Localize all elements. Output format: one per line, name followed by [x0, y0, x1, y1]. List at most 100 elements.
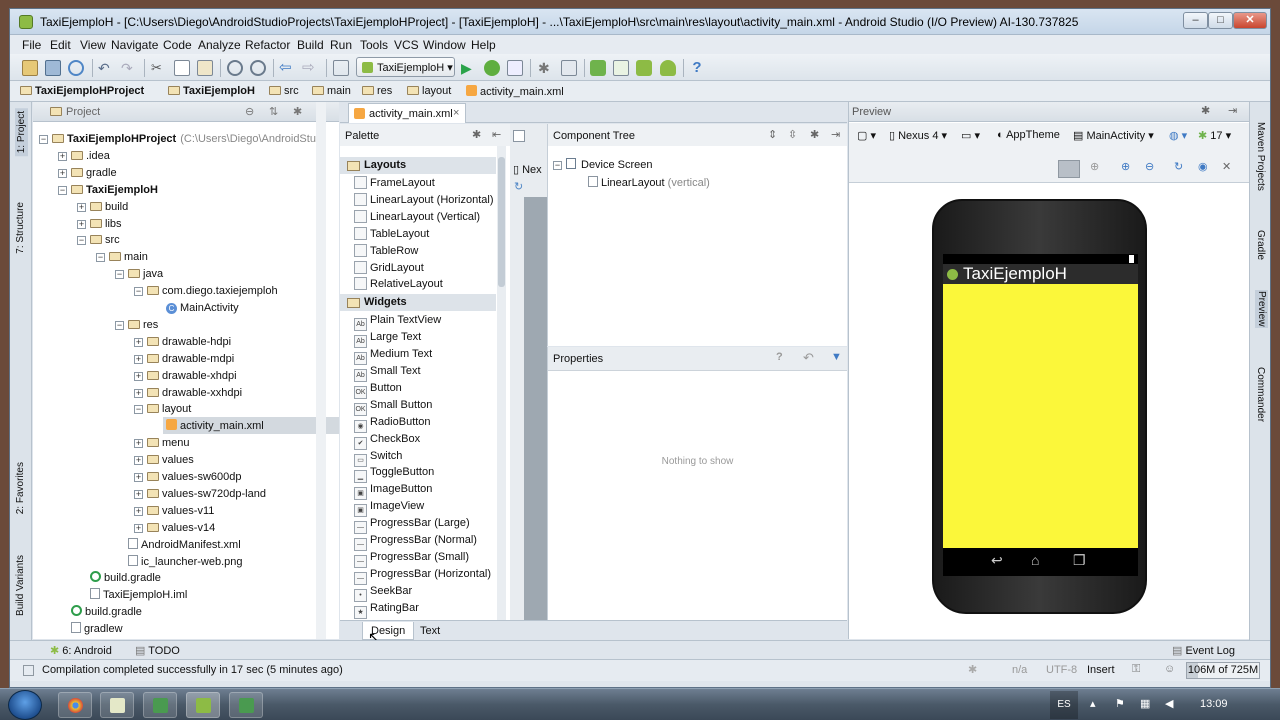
project-scrollbar[interactable] [316, 102, 326, 639]
tool-tab-todo[interactable]: ▤ TODO [135, 644, 180, 657]
replace-icon[interactable] [250, 60, 266, 76]
expand-icon[interactable]: + [134, 388, 143, 398]
collapse-icon[interactable]: − [115, 320, 124, 330]
taskbar-app-2[interactable] [229, 692, 263, 718]
palette-item[interactable]: RelativeLayout [354, 276, 443, 293]
filter-icon[interactable]: ▼ [831, 351, 842, 363]
copy-icon[interactable] [174, 60, 190, 76]
expand-icon[interactable]: + [134, 506, 143, 516]
zoom-out-icon[interactable]: ⊖ [1145, 160, 1154, 173]
collapse-icon[interactable]: − [134, 287, 143, 297]
collapse-icon[interactable]: − [58, 185, 67, 195]
undo-icon[interactable]: ↶ [98, 60, 114, 76]
attach-debugger-icon[interactable] [507, 60, 523, 76]
config-select[interactable]: ▢ ▾ [857, 129, 876, 142]
settings-icon[interactable]: ✱ [472, 128, 481, 141]
tool-window-favorites[interactable]: 2: Favorites [15, 462, 26, 514]
lock-icon[interactable]: ⚿ [1132, 663, 1140, 676]
toggle-tool-windows-icon[interactable] [23, 665, 34, 676]
hide-icon[interactable]: ⇥ [831, 128, 840, 141]
tree-item[interactable]: gradlew [58, 621, 123, 638]
breadcrumb-item[interactable]: TaxiEjemploH [168, 85, 255, 97]
breadcrumb-item[interactable]: TaxiEjemploHProject [20, 85, 144, 97]
maximize-button[interactable]: □ [1208, 12, 1233, 29]
tree-item[interactable]: + drawable-hdpi [134, 334, 231, 351]
collapse-icon[interactable]: − [134, 405, 143, 415]
tree-item[interactable]: + values-sw600dp [134, 469, 242, 486]
palette-item[interactable]: FrameLayout [354, 175, 435, 192]
tree-item[interactable]: build.gradle [58, 604, 142, 621]
palette-item[interactable]: GridLayout [354, 260, 424, 277]
tray-arrow-icon[interactable]: ▴ [1090, 697, 1096, 710]
menu-analyze[interactable]: Analyze [198, 38, 241, 52]
breadcrumb-item[interactable]: res [362, 85, 392, 97]
menu-file[interactable]: File [22, 38, 41, 52]
save-icon[interactable] [45, 60, 61, 76]
palette-item[interactable]: — ProgressBar (Horizontal) [354, 566, 491, 585]
tree-item[interactable]: + menu [134, 435, 190, 452]
expand-all-icon[interactable]: ⇕ [768, 128, 777, 141]
palette-item[interactable]: ▣ ImageView [354, 498, 424, 518]
taskbar-android-studio[interactable] [186, 692, 220, 718]
tray-volume-icon[interactable]: ◀ [1165, 697, 1173, 710]
refresh-icon[interactable]: ↻ [514, 180, 523, 193]
tree-item[interactable]: − res [115, 317, 158, 334]
settings-icon[interactable]: ✱ [1201, 104, 1210, 117]
taskbar-chrome[interactable] [58, 692, 92, 718]
zoom-actual-icon[interactable] [1058, 160, 1080, 178]
avd-manager-icon[interactable] [613, 60, 629, 76]
run-icon[interactable]: ▶ [461, 60, 477, 76]
breadcrumb-item[interactable]: activity_main.xml [466, 85, 564, 98]
expand-icon[interactable]: + [58, 168, 67, 178]
language-indicator[interactable]: ES [1050, 691, 1078, 719]
find-icon[interactable] [227, 60, 243, 76]
menu-build[interactable]: Build [297, 38, 324, 52]
settings-icon[interactable]: ✱ [968, 663, 977, 676]
settings-icon[interactable]: ✱ [538, 60, 554, 76]
api-level-select[interactable]: ✱ 17 ▾ [1198, 129, 1231, 142]
palette-item[interactable]: Ab Large Text [354, 329, 421, 349]
hide-icon[interactable]: ⇥ [1228, 104, 1237, 117]
hide-icon[interactable]: ⇤ [492, 128, 501, 141]
tree-item[interactable]: − java [115, 266, 163, 283]
device-select[interactable]: ▯ Nexus 4 ▾ [889, 129, 947, 142]
expand-icon[interactable]: + [58, 151, 67, 161]
expand-icon[interactable]: + [134, 473, 143, 482]
collapse-icon[interactable]: − [39, 135, 48, 144]
expand-icon[interactable]: + [134, 439, 143, 449]
close-preview-icon[interactable]: ✕ [1222, 160, 1231, 173]
tool-window-structure[interactable]: 7: Structure [15, 202, 26, 254]
palette-category[interactable]: Layouts [340, 157, 496, 174]
tool-window-commander[interactable]: Commander [1255, 367, 1266, 422]
expand-icon[interactable]: + [134, 337, 143, 347]
tree-item[interactable]: − com.diego.taxiejemploh [134, 283, 278, 300]
palette-item[interactable]: ▁ ToggleButton [354, 464, 434, 484]
tab-activity-main[interactable]: activity_main.xml × [348, 103, 466, 123]
palette-item[interactable]: TableLayout [354, 226, 429, 243]
menu-vcs[interactable]: VCS [394, 38, 419, 52]
file-encoding[interactable]: UTF-8 [1046, 664, 1077, 676]
menu-window[interactable]: Window [423, 38, 466, 52]
expand-icon[interactable]: + [134, 456, 143, 466]
project-structure-icon[interactable] [561, 60, 577, 76]
tree-node-linear-layout[interactable]: LinearLayout (vertical) [588, 175, 710, 192]
palette-item[interactable]: ★ RatingBar [354, 600, 419, 619]
canvas-mode-icon[interactable] [513, 130, 525, 142]
settings-icon[interactable]: ✱ [810, 128, 819, 141]
tree-item[interactable]: build.gradle [77, 570, 161, 587]
start-button[interactable] [8, 690, 42, 720]
collapse-all-icon[interactable]: ⊖ [245, 105, 254, 118]
canvas-device-select[interactable]: ▯ Nex [513, 163, 542, 176]
palette-scrollbar-thumb[interactable] [498, 157, 505, 287]
palette-item[interactable]: ▭ Switch [354, 448, 402, 467]
memory-indicator[interactable]: 106M of 725M [1186, 662, 1260, 679]
tree-item[interactable]: C MainActivity [153, 300, 239, 317]
tray-network-icon[interactable]: ▦ [1140, 697, 1150, 710]
tree-item[interactable]: − TaxiEjemploHProject (C:\Users\Diego\Andr… [39, 131, 325, 148]
tree-item[interactable]: + values-sw720dp-land [134, 486, 266, 503]
tool-window-preview[interactable]: Preview [1255, 290, 1268, 328]
make-project-icon[interactable] [333, 60, 349, 76]
back-icon[interactable]: ⇦ [279, 60, 295, 76]
close-button[interactable]: ✕ [1233, 12, 1267, 29]
palette-item[interactable]: — ProgressBar (Large) [354, 515, 470, 535]
